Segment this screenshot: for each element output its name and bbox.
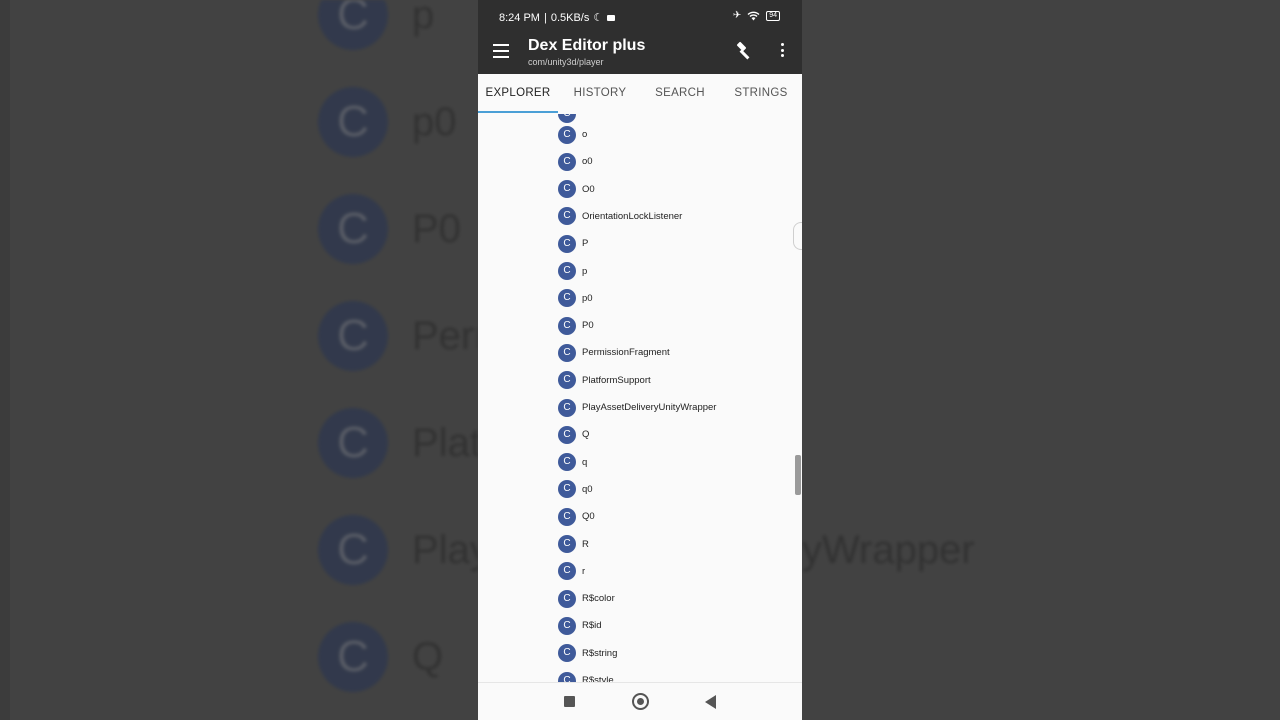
list-item[interactable]: Cq0 [558,476,593,503]
class-name: o [582,129,588,140]
tab-bar: EXPLORER HISTORY SEARCH STRINGS [478,74,802,114]
phone-screen: 8:24 PM | 0.5KB/s ☾ ✈ 94 Dex Editor plus… [478,0,802,720]
class-badge: C [558,671,576,682]
scrollbar-thumb[interactable] [795,455,801,495]
class-name: O0 [582,183,595,195]
hammer-icon[interactable] [734,41,754,61]
current-path: com/unity3d/player [528,57,604,67]
list-item[interactable]: Co0 [558,148,593,175]
app-title: Dex Editor plus [528,37,646,54]
list-item[interactable]: C Q0 [558,503,595,530]
system-nav-bar [478,682,802,720]
class-badge: C [558,398,576,417]
camera-icon [607,14,616,21]
list-item[interactable]: Cp [558,258,587,285]
recents-button[interactable] [564,696,575,707]
list-item[interactable]: Cp0 [558,285,593,312]
scroll-handle[interactable] [793,222,802,250]
tab-search[interactable]: SEARCH [640,74,720,114]
list-item[interactable]: C R$style [558,667,614,682]
list-item[interactable]: Cr [558,558,585,585]
list-item[interactable]: C P0 [558,312,594,339]
class-badge: C [558,644,576,663]
class-name: q [582,456,588,468]
class-badge: C [558,234,576,253]
class-name: p0 [582,292,593,304]
class-badge: C [558,507,576,526]
class-badge: C [558,152,576,171]
class-name: P0 [582,320,594,332]
tab-history[interactable]: HISTORY [560,74,640,114]
menu-icon[interactable] [493,44,509,58]
class-name: o0 [582,156,593,168]
list-item[interactable]: CQ [558,421,589,448]
app-bar: Dex Editor plus com/unity3d/player [478,34,802,74]
class-name: R$color [582,593,615,605]
class-badge: C [558,453,576,472]
class-badge: C [558,262,576,280]
class-badge: C [558,343,576,362]
status-bar: 8:24 PM | 0.5KB/s ☾ ✈ 94 [478,0,802,34]
list-item[interactable]: C R$id [558,612,602,639]
class-list[interactable]: C CoCo0CO0COrientationLockListenerCPCpCp… [478,114,802,682]
tab-explorer[interactable]: EXPLORER [478,74,558,114]
list-item[interactable]: Cq [558,449,587,476]
class-badge: C [558,425,576,444]
list-item[interactable]: Co [558,121,587,148]
more-vert-icon[interactable] [778,43,786,61]
class-name: PlayAssetDeliveryUnityWrapper [582,402,717,413]
class-badge: C [558,371,576,390]
list-item[interactable]: C OrientationLockListener [558,203,682,230]
class-name: R$style [582,675,614,682]
status-speed: 0.5KB/s [550,11,590,24]
battery-icon: 94 [766,10,780,21]
background-edge [0,0,10,720]
status-time: 8:24 PM [499,11,540,24]
list-item[interactable]: CP [558,230,588,257]
class-badge: C [558,180,576,199]
class-name: Q [582,429,590,441]
class-name: R$string [582,647,618,659]
list-item[interactable]: C O0 [558,176,595,203]
class-name: R$id [582,620,602,632]
class-name: PlatformSupport [582,374,651,386]
active-tab-indicator [478,111,558,113]
class-badge: C [558,316,576,335]
back-button[interactable] [705,695,716,709]
class-badge: C [558,616,576,635]
class-name: r [582,565,586,577]
list-item[interactable]: C PlayAssetDeliveryUnityWrapper [558,394,716,421]
class-badge: C [558,562,576,581]
wifi-icon [747,11,760,20]
status-separator: | [543,11,547,24]
home-button[interactable] [632,693,649,710]
moon-icon: ☾ [593,12,604,24]
class-name: OrientationLockListener [582,210,683,222]
class-badge: C [558,589,576,608]
class-badge: C [558,535,576,553]
list-item[interactable]: C PermissionFragment [558,339,670,366]
class-badge: C [558,289,576,308]
list-item[interactable]: C PlatformSupport [558,367,651,394]
class-name: Q0 [582,511,595,523]
list-item[interactable]: C R$string [558,640,617,667]
class-badge: C [558,480,576,499]
class-name: q0 [582,483,593,495]
class-name: PermissionFragment [582,347,670,359]
class-badge: C [558,125,576,144]
class-name: p [582,265,588,277]
list-item[interactable]: CR [558,531,589,558]
class-badge: C [558,207,576,226]
tab-strings[interactable]: STRINGS [721,74,801,114]
airplane-icon: ✈ [732,10,742,21]
class-name: P [582,238,589,250]
list-item[interactable]: C R$color [558,585,615,612]
class-name: R [582,538,589,550]
